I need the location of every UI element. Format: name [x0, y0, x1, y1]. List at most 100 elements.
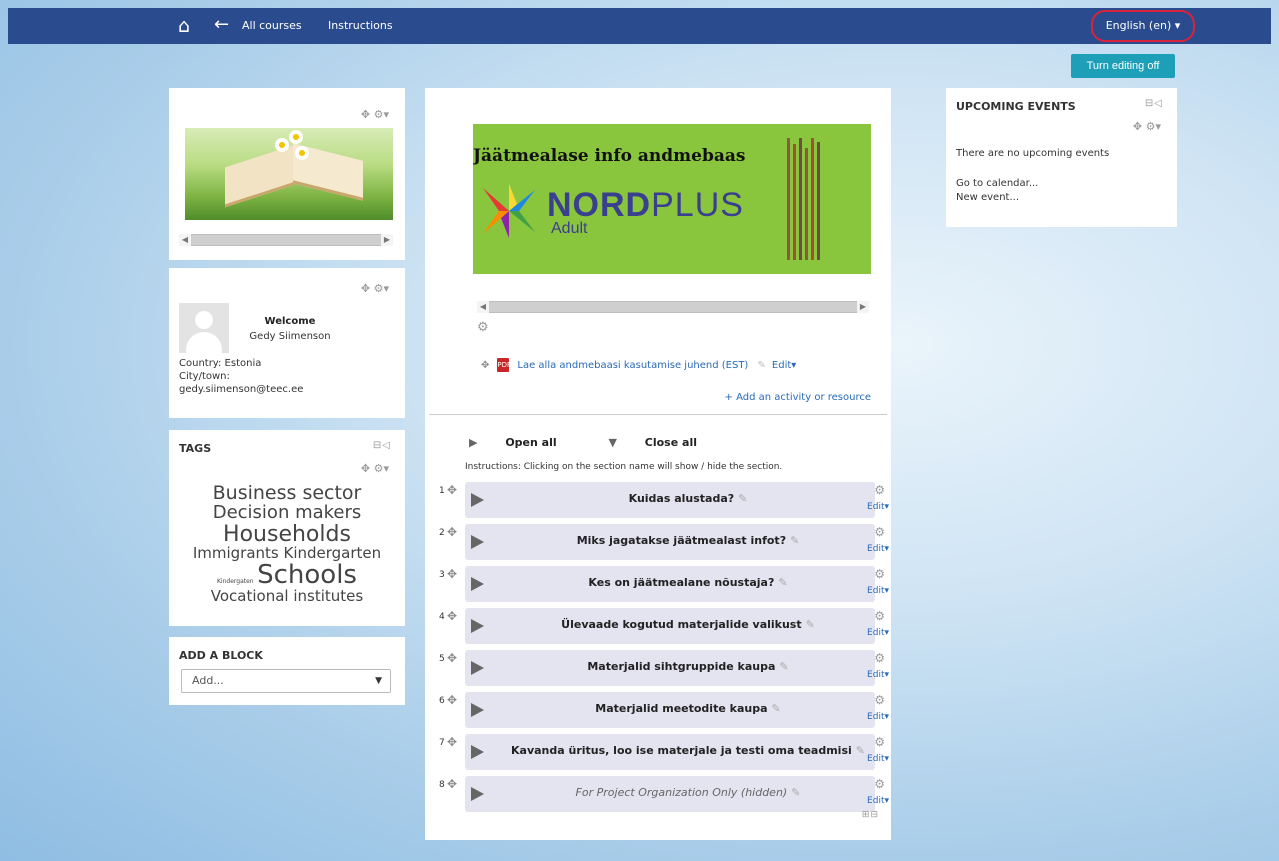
gear-icon[interactable]: ⚙: [874, 609, 885, 623]
pencil-icon: ✎: [778, 576, 788, 589]
scroll-right-icon[interactable]: ▶: [857, 301, 869, 313]
tag-link[interactable]: Households: [179, 523, 395, 546]
triangle-right-icon: [471, 535, 484, 549]
tags-title: TAGS: [179, 442, 212, 455]
course-section: 1 ✥ Kuidas alustada? ✎ ⚙ Edit▾: [425, 482, 891, 520]
banner-scrollbar[interactable]: ◀ ▶: [477, 301, 869, 313]
user-city: City/town:: [179, 371, 230, 382]
move-icon[interactable]: ✥: [481, 360, 489, 371]
triangle-right-icon: [471, 661, 484, 675]
move-icon[interactable]: ✥: [447, 567, 457, 581]
gear-icon[interactable]: ⚙: [874, 693, 885, 707]
section-header[interactable]: Miks jagatakse jäätmealast infot? ✎: [465, 524, 875, 560]
book-flower-image: [185, 128, 393, 220]
new-event-link[interactable]: New event...: [956, 192, 1019, 203]
nav-all-courses-link[interactable]: All courses: [242, 19, 302, 32]
user-profile-block: ✥ ⚙▾ Welcome Gedy Siimenson Country: Est…: [169, 268, 405, 418]
language-menu[interactable]: English (en) ▾: [1091, 10, 1195, 42]
section-edit-menu[interactable]: Edit▾: [867, 586, 889, 596]
tag-link[interactable]: Kindergaten: [217, 578, 254, 585]
section-header[interactable]: Ülevaade kogutud materjalide valikust ✎: [465, 608, 875, 644]
section-edit-menu[interactable]: Edit▾: [867, 712, 889, 722]
gear-icon[interactable]: ⚙: [874, 651, 885, 665]
tag-link[interactable]: Decision makers: [179, 503, 395, 523]
gear-icon[interactable]: ⚙: [477, 320, 489, 335]
tag-cloud: Business sector Decision makers Househol…: [179, 483, 395, 605]
section-edit-menu[interactable]: Edit▾: [867, 544, 889, 554]
move-icon[interactable]: ✥: [447, 777, 457, 791]
turn-editing-off-button[interactable]: Turn editing off: [1071, 54, 1175, 78]
back-arrow-icon[interactable]: ←: [214, 14, 229, 35]
user-email: gedy.siimenson@teec.ee: [179, 384, 304, 395]
add-remove-section-icon[interactable]: ⊞⊟: [862, 810, 879, 820]
pencil-icon[interactable]: ✎: [758, 360, 766, 371]
no-events-text: There are no upcoming events: [956, 148, 1110, 159]
resource-link[interactable]: Lae alla andmebaasi kasutamise juhend (E…: [517, 360, 748, 371]
move-icon[interactable]: ✥: [447, 525, 457, 539]
scroll-right-icon[interactable]: ▶: [381, 234, 393, 246]
move-icon[interactable]: ✥: [447, 735, 457, 749]
avatar[interactable]: [179, 303, 229, 353]
tag-link[interactable]: Schools: [257, 560, 357, 590]
resource-edit-menu[interactable]: Edit▾: [772, 360, 796, 371]
image-block: ✥ ⚙▾ ◀ ▶: [169, 88, 405, 260]
section-edit-menu[interactable]: Edit▾: [867, 670, 889, 680]
section-edit-menu[interactable]: Edit▾: [867, 628, 889, 638]
gear-icon[interactable]: ⚙: [874, 525, 885, 539]
move-icon[interactable]: ✥: [447, 483, 457, 497]
add-block-title: ADD A BLOCK: [179, 649, 263, 662]
section-header[interactable]: Kes on jäätmealane nõustaja? ✎: [465, 566, 875, 602]
tag-link[interactable]: Business sector: [179, 483, 395, 504]
gear-icon[interactable]: ⚙: [874, 735, 885, 749]
pencil-icon: ✎: [779, 660, 789, 673]
gear-icon[interactable]: ⚙: [874, 483, 885, 497]
section-edit-menu[interactable]: Edit▾: [867, 502, 889, 512]
block-move-settings-icon[interactable]: ✥ ⚙▾: [361, 108, 389, 121]
section-header[interactable]: Kuidas alustada? ✎: [465, 482, 875, 518]
block-collapse-icon[interactable]: ⊟◁: [373, 440, 391, 451]
move-icon[interactable]: ✥: [447, 693, 457, 707]
move-icon[interactable]: ✥: [447, 651, 457, 665]
block-collapse-icon[interactable]: ⊟◁: [1145, 98, 1163, 109]
tags-block: TAGS ⊟◁ ✥ ⚙▾ Business sector Decision ma…: [169, 430, 405, 626]
block-move-settings-icon[interactable]: ✥ ⚙▾: [361, 282, 389, 295]
section-edit-menu[interactable]: Edit▾: [867, 754, 889, 764]
go-to-calendar-link[interactable]: Go to calendar...: [956, 178, 1038, 189]
block-move-settings-icon[interactable]: ✥ ⚙▾: [361, 462, 389, 475]
triangle-down-icon: ▼: [608, 436, 617, 449]
chevron-down-icon: ▼: [375, 676, 382, 686]
section-header[interactable]: For Project Organization Only (hidden) ✎: [465, 776, 875, 812]
close-all-button[interactable]: ▼ Close all: [608, 436, 721, 449]
scroll-left-icon[interactable]: ◀: [477, 301, 489, 313]
nordplus-star-icon: [483, 184, 535, 238]
block-move-settings-icon[interactable]: ✥ ⚙▾: [1133, 120, 1161, 133]
resource-item: ✥ PDF Lae alla andmebaasi kasutamise juhen…: [481, 358, 796, 372]
image-scrollbar[interactable]: ◀ ▶: [179, 234, 393, 246]
gear-icon[interactable]: ⚙: [874, 567, 885, 581]
section-header[interactable]: Materjalid sihtgruppide kaupa ✎: [465, 650, 875, 686]
sections-instructions: Instructions: Clicking on the section na…: [465, 462, 783, 472]
banner-title: Jäätmealase info andmebaas: [473, 146, 746, 166]
open-all-button[interactable]: ▶ Open all: [469, 436, 581, 449]
daisy-flower: [295, 146, 309, 160]
course-section: 6 ✥ Materjalid meetodite kaupa ✎ ⚙ Edit▾: [425, 692, 891, 730]
gear-icon[interactable]: ⚙: [874, 777, 885, 791]
pencil-icon: ✎: [791, 786, 801, 799]
add-block-select[interactable]: Add... ▼: [181, 669, 391, 693]
move-icon[interactable]: ✥: [447, 609, 457, 623]
course-section: 8 ✥ For Project Organization Only (hidden…: [425, 776, 891, 814]
welcome-text: Welcome: [264, 316, 316, 327]
section-header[interactable]: Materjalid meetodite kaupa ✎: [465, 692, 875, 728]
section-edit-menu[interactable]: Edit▾: [867, 796, 889, 806]
nav-instructions-link[interactable]: Instructions: [328, 19, 393, 32]
triangle-right-icon: [471, 493, 484, 507]
upcoming-events-block: UPCOMING EVENTS ⊟◁ ✥ ⚙▾ There are no upc…: [946, 88, 1177, 227]
scroll-left-icon[interactable]: ◀: [179, 234, 191, 246]
home-icon[interactable]: ⌂: [178, 15, 190, 37]
course-section: 5 ✥ Materjalid sihtgruppide kaupa ✎ ⚙ Edit▾: [425, 650, 891, 688]
tag-link[interactable]: Vocational institutes: [179, 588, 395, 605]
triangle-right-icon: [471, 577, 484, 591]
section-header[interactable]: Kavanda üritus, loo ise materjale ja tes…: [465, 734, 875, 770]
add-activity-link[interactable]: + Add an activity or resource: [725, 392, 871, 403]
user-name: Gedy Siimenson: [249, 331, 331, 342]
